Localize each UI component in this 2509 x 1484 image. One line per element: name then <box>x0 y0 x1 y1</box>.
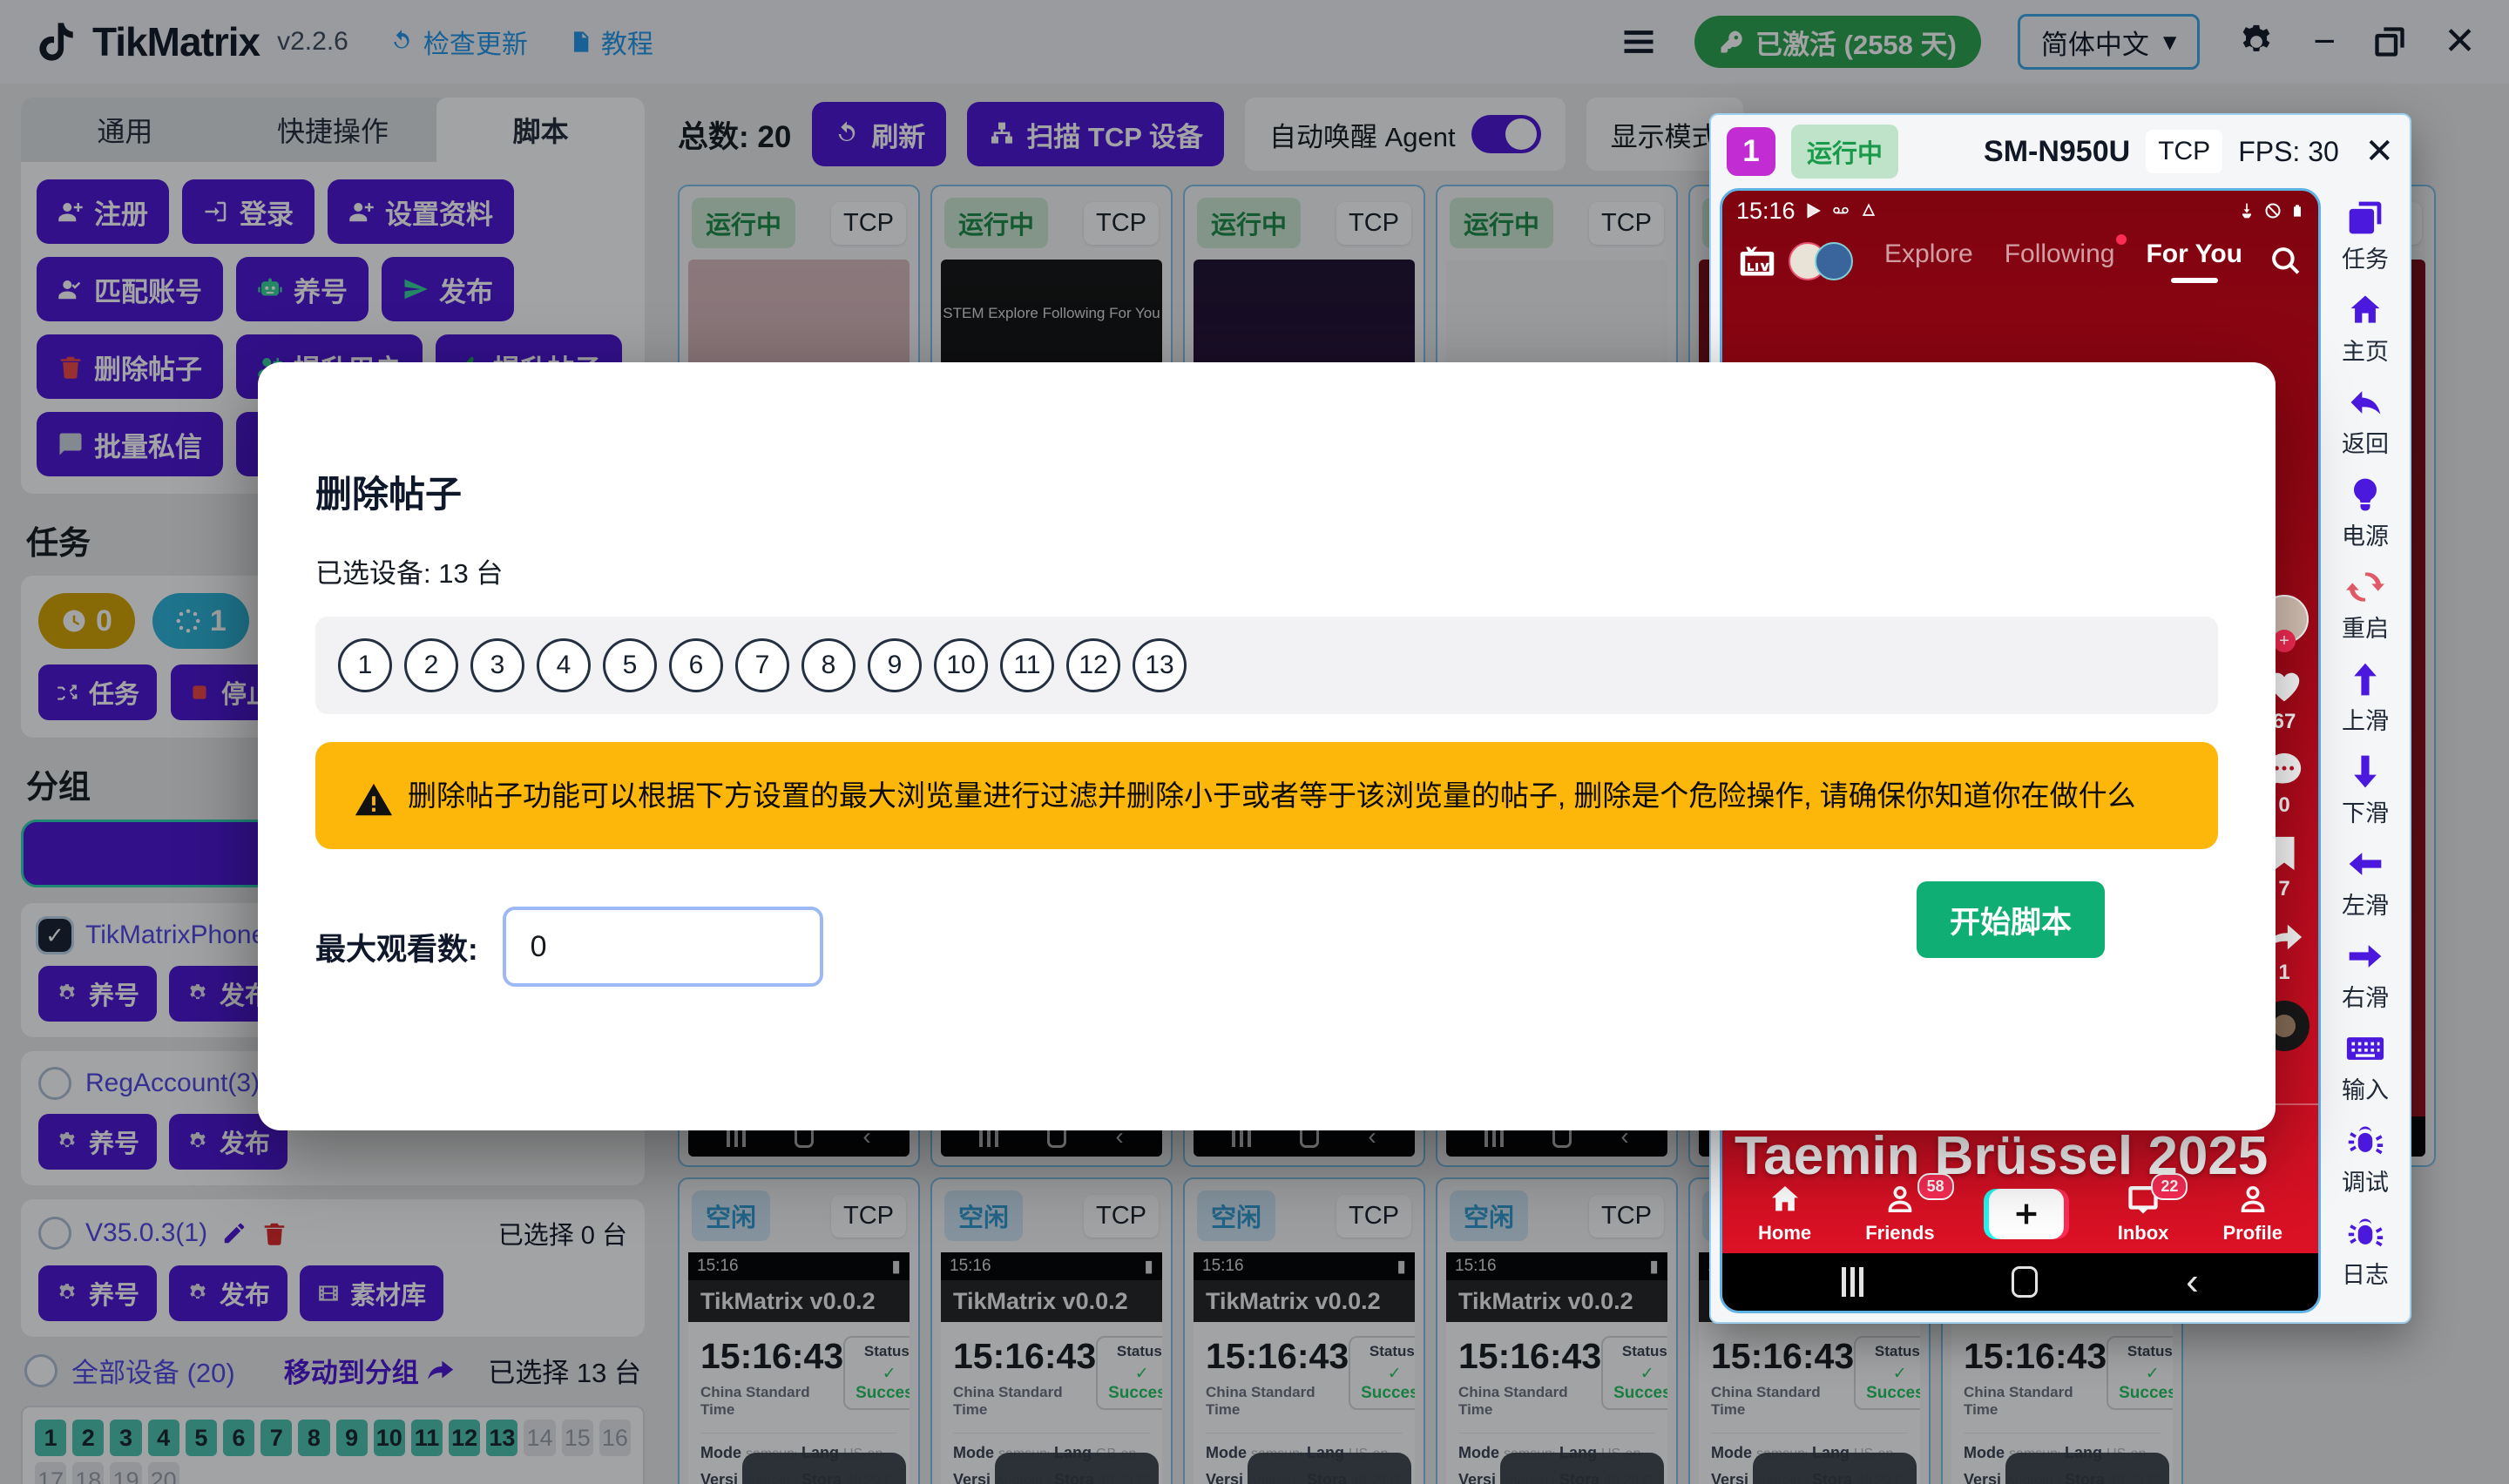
mirror-header: 1 运行中 SM-N950U TCP FPS: 30 ✕ <box>1711 115 2410 188</box>
max-views-input[interactable] <box>503 907 823 987</box>
warning-text: 删除帖子功能可以根据下方设置的最大浏览量进行过滤并删除小于或者等于该浏览量的帖子… <box>408 779 2136 812</box>
selected-device-chips: 12345678910111213 <box>315 617 2218 714</box>
control-左滑[interactable]: 左滑 <box>2322 836 2409 928</box>
device-chip-9[interactable]: 9 <box>868 638 922 692</box>
mirror-conn-chip: TCP <box>2146 130 2222 173</box>
warning-box: 删除帖子功能可以根据下方设置的最大浏览量进行过滤并删除小于或者等于该浏览量的帖子… <box>315 742 2218 849</box>
feed-tab-Explore[interactable]: Explore <box>1884 239 1973 269</box>
avatar <box>1815 242 1853 280</box>
arrow-right-icon <box>2346 937 2384 975</box>
voicemail-icon <box>1830 202 1851 219</box>
device-chip-13[interactable]: 13 <box>1133 638 1187 692</box>
control-日志[interactable]: 日志 <box>2322 1205 2409 1298</box>
control-下滑[interactable]: 下滑 <box>2322 744 2409 836</box>
device-chip-11[interactable]: 11 <box>1000 638 1054 692</box>
search-icon[interactable] <box>2269 245 2303 278</box>
nav-badge: 22 <box>2151 1173 2188 1200</box>
mirror-fps: FPS: 30 <box>2238 136 2339 168</box>
control-调试[interactable]: 调试 <box>2322 1113 2409 1205</box>
battery-icon <box>2290 201 2304 220</box>
android-nav-bar: ‹ <box>1722 1253 2318 1311</box>
rail-count: 67 <box>2273 710 2296 734</box>
device-chip-2[interactable]: 2 <box>404 638 458 692</box>
nav-create-button[interactable] <box>1989 1189 2064 1245</box>
control-主页[interactable]: 主页 <box>2322 282 2409 374</box>
arrow-down-icon <box>2346 752 2384 791</box>
recents-button[interactable] <box>1842 1267 1863 1297</box>
tiktok-feed-tabs: Explore Following For You <box>1884 239 2242 283</box>
device-chip-4[interactable]: 4 <box>537 638 591 692</box>
device-chip-10[interactable]: 10 <box>934 638 988 692</box>
nav-Inbox[interactable]: 22Inbox <box>2118 1182 2169 1245</box>
control-任务[interactable]: 任务 <box>2322 190 2409 282</box>
arrow-up-icon <box>2346 660 2384 698</box>
tiktok-top-bar: Explore Following For You <box>1722 239 2318 283</box>
notification-dot <box>2116 234 2127 245</box>
nav-Friends[interactable]: 58Friends <box>1865 1182 1934 1245</box>
back-button[interactable]: ‹ <box>2186 1260 2199 1304</box>
rail-count: 0 <box>2278 793 2289 818</box>
mirror-status-badge: 运行中 <box>1791 125 1898 179</box>
selected-devices-label: 已选设备: 13 台 <box>315 551 2218 590</box>
device-chip-8[interactable]: 8 <box>801 638 855 692</box>
mirror-control-strip: 任务主页返回电源重启上滑下滑左滑右滑输入调试日志 <box>2321 188 2410 1313</box>
usb-icon <box>2238 202 2255 219</box>
home-icon <box>1768 1182 1802 1217</box>
device-index-badge: 1 <box>1727 127 1775 176</box>
nav-Home[interactable]: Home <box>1758 1182 1811 1245</box>
nav-badge: 58 <box>1917 1173 1954 1200</box>
device-chip-1[interactable]: 1 <box>338 638 392 692</box>
max-views-label: 最大观看数: <box>315 925 478 969</box>
phone-clock: 15:16 <box>1736 198 1796 225</box>
phone-status-bar: 15:16 <box>1722 191 2318 231</box>
device-chip-12[interactable]: 12 <box>1066 638 1120 692</box>
control-右滑[interactable]: 右滑 <box>2322 928 2409 1021</box>
home-button[interactable] <box>2012 1266 2038 1298</box>
rotate-icon <box>2346 568 2384 606</box>
feed-tab-Following[interactable]: Following <box>2005 239 2115 269</box>
device-chip-5[interactable]: 5 <box>603 638 657 692</box>
rail-count: 1 <box>2278 961 2289 985</box>
control-返回[interactable]: 返回 <box>2322 374 2409 467</box>
keyboard-icon <box>2346 1029 2384 1068</box>
nav-Profile[interactable]: Profile <box>2222 1182 2282 1245</box>
feed-tab-For You[interactable]: For You <box>2146 239 2242 283</box>
control-输入[interactable]: 输入 <box>2322 1021 2409 1113</box>
device-chip-6[interactable]: 6 <box>669 638 723 692</box>
control-电源[interactable]: 电源 <box>2322 467 2409 559</box>
bug-icon <box>2346 1122 2384 1160</box>
rail-count: 7 <box>2278 877 2289 901</box>
delete-posts-modal: 删除帖子 已选设备: 13 台 12345678910111213 删除帖子功能… <box>258 362 2276 1130</box>
tiktok-bottom-nav: Home 58Friends 22Inbox Profile <box>1722 1156 2318 1253</box>
control-重启[interactable]: 重启 <box>2322 559 2409 651</box>
start-script-button[interactable]: 开始脚本 <box>1917 881 2105 958</box>
control-上滑[interactable]: 上滑 <box>2322 651 2409 744</box>
mirror-close-button[interactable]: ✕ <box>2364 132 2394 172</box>
arrow-left-icon <box>2346 845 2384 883</box>
home-icon <box>2346 291 2384 329</box>
notification-icon <box>1860 202 1877 219</box>
back-icon <box>2346 383 2384 422</box>
person-icon <box>2235 1182 2270 1217</box>
plus-icon <box>2012 1199 2041 1229</box>
device-chip-3[interactable]: 3 <box>470 638 524 692</box>
block-icon <box>2264 202 2282 219</box>
modal-title: 删除帖子 <box>315 465 2218 518</box>
bulb-icon <box>2346 476 2384 514</box>
live-avatars[interactable] <box>1789 242 1853 280</box>
device-chip-7[interactable]: 7 <box>735 638 789 692</box>
copy-icon <box>2346 199 2384 237</box>
live-icon[interactable] <box>1738 242 1776 280</box>
follow-plus-badge: + <box>2273 630 2296 652</box>
mirror-device-name: SM-N950U <box>1984 135 2130 169</box>
bug-icon <box>2346 1214 2384 1252</box>
play-icon <box>1804 202 1822 219</box>
person-icon <box>1883 1182 1917 1217</box>
warning-icon <box>354 780 394 820</box>
